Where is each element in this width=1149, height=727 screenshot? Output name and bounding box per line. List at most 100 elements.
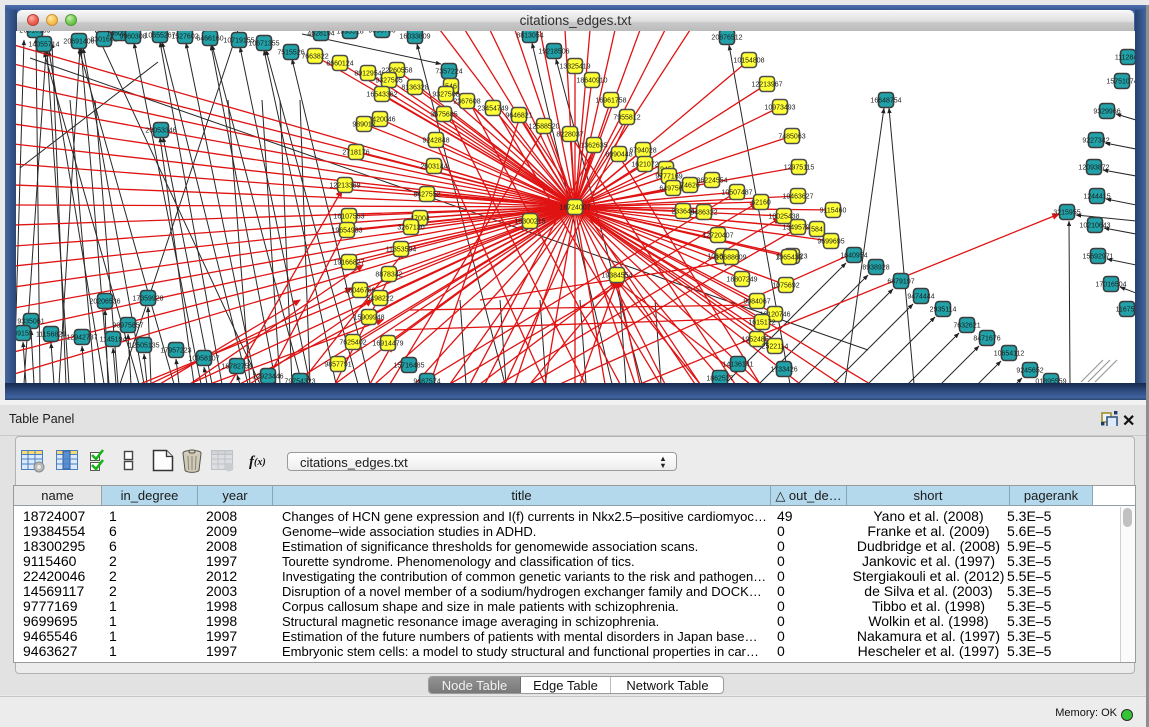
svg-text:1862527: 1862527 (706, 375, 733, 382)
svg-text:20053346: 20053346 (145, 127, 176, 134)
svg-text:6879197: 6879197 (887, 278, 914, 285)
svg-text:7632621: 7632621 (953, 322, 980, 329)
svg-text:11156829: 11156829 (36, 331, 66, 338)
svg-text:6794028: 6794028 (629, 147, 656, 154)
svg-text:18640910: 18640910 (576, 77, 607, 84)
svg-text:2935114: 2935114 (930, 306, 957, 313)
svg-text:1075692: 1075692 (772, 282, 799, 289)
svg-text:12975115: 12975115 (784, 164, 815, 171)
svg-text:17016504: 17016504 (1095, 281, 1126, 288)
svg-text:9327508: 9327508 (432, 91, 459, 98)
svg-text:1145194: 1145194 (100, 336, 127, 343)
svg-text:23454749: 23454749 (477, 105, 508, 112)
svg-text:10654112: 10654112 (994, 350, 1025, 357)
svg-text:1993518: 1993518 (336, 31, 363, 35)
svg-text:19654933: 19654933 (331, 227, 362, 234)
svg-text:9327505: 9327505 (375, 77, 402, 84)
svg-text:62160: 62160 (751, 199, 771, 206)
svg-text:26018159: 26018159 (19, 31, 50, 34)
svg-text:10958107: 10958107 (188, 355, 219, 362)
svg-text:9699695: 9699695 (817, 238, 844, 245)
svg-text:39159: 39159 (16, 330, 33, 337)
svg-text:7357224: 7357224 (435, 68, 462, 75)
svg-text:9242848: 9242848 (422, 137, 449, 144)
svg-text:10507487: 10507487 (721, 189, 752, 196)
svg-text:1965433: 1965433 (775, 254, 802, 261)
svg-text:14055714: 14055714 (28, 41, 59, 48)
svg-text:8471676: 8471676 (973, 335, 1000, 342)
svg-text:116753: 116753 (1116, 306, 1135, 313)
svg-text:7663822: 7663822 (301, 53, 328, 60)
svg-text:3675685: 3675685 (430, 111, 457, 118)
svg-text:36224554: 36224554 (696, 177, 727, 184)
svg-text:19463627: 19463627 (782, 193, 813, 200)
svg-text:1362635: 1362635 (580, 142, 607, 149)
svg-text:9227342: 9227342 (1082, 137, 1109, 144)
svg-text:10688609: 10688609 (715, 254, 746, 261)
svg-text:90975857: 90975857 (112, 322, 143, 329)
svg-text:16107553: 16107553 (333, 213, 364, 220)
svg-text:10154808: 10154808 (733, 57, 764, 64)
svg-text:4628194: 4628194 (307, 31, 334, 37)
svg-text:16648754: 16648754 (870, 97, 901, 104)
svg-text:16914479: 16914479 (372, 340, 403, 347)
svg-text:16961758: 16961758 (595, 97, 626, 104)
svg-text:989012: 989012 (352, 121, 375, 128)
svg-text:8878342: 8878342 (375, 271, 402, 278)
svg-text:12093872: 12093872 (1078, 164, 1109, 171)
svg-text:2603144: 2603144 (420, 163, 447, 170)
svg-text:9646821: 9646821 (505, 112, 532, 119)
svg-text:16033809: 16033809 (399, 33, 430, 40)
svg-text:2522114: 2522114 (762, 343, 789, 350)
svg-text:584: 584 (811, 226, 823, 233)
svg-text:1621072: 1621072 (631, 161, 658, 168)
svg-text:9335061: 9335061 (17, 318, 44, 325)
svg-text:9474444: 9474444 (907, 293, 934, 300)
svg-text:9329966: 9329966 (1093, 108, 1120, 115)
svg-text:12923446: 12923446 (252, 373, 283, 380)
svg-text:12213369: 12213369 (329, 182, 360, 189)
svg-text:8228037: 8228037 (556, 131, 583, 138)
svg-text:9487574: 9487574 (413, 378, 440, 383)
svg-text:19218506: 19218506 (538, 48, 569, 55)
svg-text:1615172: 1615172 (748, 319, 775, 326)
svg-text:9093786: 9093786 (368, 31, 395, 34)
svg-text:8813054: 8813054 (516, 32, 543, 39)
svg-text:18724007: 18724007 (559, 204, 590, 211)
svg-text:1244415: 1244415 (1083, 193, 1110, 200)
svg-text:12213967: 12213967 (751, 81, 782, 88)
svg-text:8660124: 8660124 (326, 60, 353, 67)
svg-text:19166827: 19166827 (333, 259, 364, 266)
svg-text:3267130: 3267130 (397, 224, 424, 231)
svg-text:13325419: 13325419 (559, 63, 590, 70)
svg-text:15716485: 15716485 (393, 362, 424, 369)
svg-text:1733426: 1733426 (770, 366, 797, 373)
svg-text:9486322: 9486322 (690, 209, 717, 216)
svg-text:15692971: 15692971 (1082, 253, 1113, 260)
svg-text:9960308: 9960308 (119, 33, 146, 40)
svg-text:16543362: 16543362 (366, 91, 397, 98)
svg-text:7955812: 7955812 (613, 114, 640, 121)
svg-text:8136328: 8136328 (401, 84, 428, 91)
svg-text:2718176: 2718176 (342, 149, 369, 156)
svg-text:10973493: 10973493 (764, 104, 795, 111)
svg-text:20876512: 20876512 (711, 34, 742, 41)
svg-text:14136141: 14136141 (722, 361, 753, 368)
svg-text:11353594: 11353594 (386, 246, 417, 253)
svg-text:12588520: 12588520 (528, 123, 559, 130)
svg-text:(x): (x) (254, 457, 266, 468)
svg-text:79754323: 79754323 (284, 378, 315, 383)
svg-text:5498222: 5498222 (366, 295, 393, 302)
svg-text:9115460: 9115460 (820, 207, 847, 214)
svg-text:15751074: 15751074 (1106, 78, 1135, 85)
svg-text:17359928: 17359928 (132, 295, 163, 302)
svg-text:01895559: 01895559 (1035, 378, 1066, 383)
svg-text:19384554: 19384554 (601, 272, 632, 279)
svg-text:9857791: 9857791 (324, 361, 351, 368)
svg-text:9245652: 9245652 (1016, 367, 1043, 374)
svg-text:17957223: 17957223 (160, 347, 191, 354)
svg-text:7485063: 7485063 (778, 133, 805, 140)
svg-text:1527602: 1527602 (171, 33, 198, 40)
svg-text:1640954: 1640954 (840, 252, 867, 259)
svg-text:12505135: 12505135 (128, 342, 159, 349)
